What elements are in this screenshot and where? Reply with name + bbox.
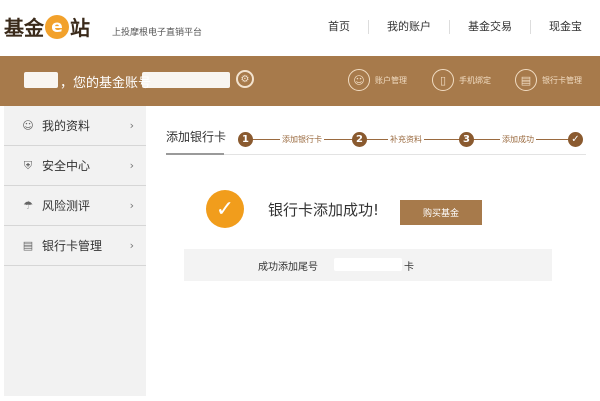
shield-icon: ⛨ <box>23 158 33 172</box>
progress-steps: 1 添加银行卡 2 补充资料 3 添加成功 ✓ <box>238 132 583 148</box>
chevron-right-icon: › <box>129 239 134 252</box>
user-icon: ☺ <box>22 119 34 132</box>
masked-account-number <box>142 72 230 88</box>
chevron-right-icon: › <box>129 199 134 212</box>
buy-fund-button[interactable]: 购买基金 <box>400 200 482 225</box>
sidebar-item-label: 银行卡管理 <box>42 239 103 253</box>
added-card-info: 成功添加尾号 卡 <box>184 249 552 281</box>
main-content: 添加银行卡 1 添加银行卡 2 补充资料 3 添加成功 ✓ ✓ 银行卡添加成功!… <box>146 106 600 401</box>
card-icon: ▤ <box>515 69 537 91</box>
card-icon: ▤ <box>22 239 34 252</box>
site-logo[interactable]: 基金 e 站 <box>4 12 90 41</box>
success-message: 银行卡添加成功! <box>268 201 380 219</box>
step-3-circle: 3 <box>459 132 474 147</box>
account-greeting: ，您的基金账号 <box>60 76 152 91</box>
chevron-right-icon: › <box>129 119 134 132</box>
sidebar-item-risk-assessment[interactable]: ☂ 风险测评 › <box>4 186 146 226</box>
phone-icon: ▯ <box>432 69 454 91</box>
card-tail-prefix: 成功添加尾号 <box>258 262 318 273</box>
sidebar-item-label: 风险测评 <box>42 199 91 213</box>
tab-add-bank-card[interactable]: 添加银行卡 <box>166 128 226 145</box>
nav-my-account[interactable]: 我的账户 <box>368 20 449 34</box>
gear-icon[interactable]: ⚙ <box>236 70 254 88</box>
sidebar-item-label: 我的资料 <box>42 119 91 133</box>
nav-fund-trading[interactable]: 基金交易 <box>449 20 530 34</box>
tab-divider <box>166 154 586 155</box>
umbrella-icon: ☂ <box>23 199 33 212</box>
sidebar-item-security-center[interactable]: ⛨ 安全中心 › <box>4 146 146 186</box>
quick-link-bank-card-management[interactable]: ▤ 银行卡管理 <box>515 69 582 91</box>
logo-text-fund: 基金 <box>4 16 44 40</box>
card-tail-suffix: 卡 <box>404 262 414 273</box>
masked-card-tail <box>334 258 402 271</box>
nav-cash-treasure[interactable]: 现金宝 <box>530 20 600 34</box>
nav-home[interactable]: 首页 <box>310 20 368 34</box>
chevron-right-icon: › <box>129 159 134 172</box>
user-icon: ☺ <box>348 69 370 91</box>
step-1-circle: 1 <box>238 132 253 147</box>
main-nav: 首页 我的账户 基金交易 现金宝 <box>310 20 600 34</box>
step-2-label: 补充资料 <box>388 134 424 145</box>
active-tab-underline <box>166 153 224 155</box>
quick-link-label: 账户管理 <box>375 75 407 85</box>
logo-text-station: 站 <box>70 16 90 40</box>
step-2-circle: 2 <box>352 132 367 147</box>
sidebar-item-label: 安全中心 <box>42 159 91 173</box>
logo-e-icon: e <box>45 14 69 39</box>
masked-username <box>24 72 58 88</box>
top-bar: 基金 e 站 上投摩根电子直销平台 首页 我的账户 基金交易 现金宝 <box>0 0 600 56</box>
quick-link-phone-binding[interactable]: ▯ 手机绑定 <box>432 69 491 91</box>
check-icon: ✓ <box>568 132 583 147</box>
account-banner: ，您的基金账号 ⚙ ☺ 账户管理 ▯ 手机绑定 ▤ 银行卡管理 <box>0 56 600 106</box>
success-check-icon: ✓ <box>206 190 244 228</box>
step-1-label: 添加银行卡 <box>280 134 324 145</box>
quick-link-label: 银行卡管理 <box>542 75 582 85</box>
step-3-label: 添加成功 <box>500 134 536 145</box>
site-tagline: 上投摩根电子直销平台 <box>112 28 203 38</box>
quick-link-account-management[interactable]: ☺ 账户管理 <box>348 69 407 91</box>
quick-link-label: 手机绑定 <box>459 75 491 85</box>
sidebar-item-my-profile[interactable]: ☺ 我的资料 › <box>4 106 146 146</box>
sidebar: ☺ 我的资料 › ⛨ 安全中心 › ☂ 风险测评 › ▤ 银行卡管理 › <box>4 106 146 396</box>
sidebar-item-bank-card-management[interactable]: ▤ 银行卡管理 › <box>4 226 146 266</box>
